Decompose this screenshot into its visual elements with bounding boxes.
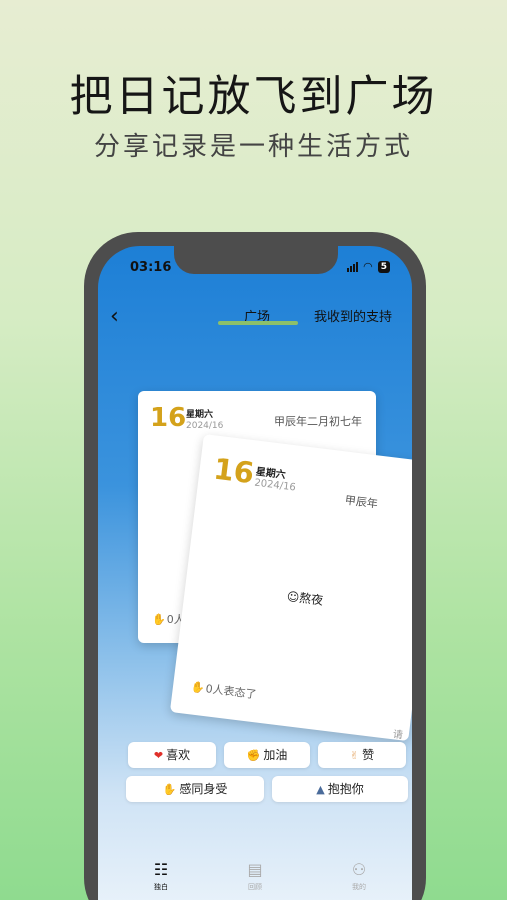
react-label: 赞 xyxy=(362,748,375,762)
heart-icon: ❤ xyxy=(153,749,164,762)
react-thumbs-button[interactable]: ✌ 赞 xyxy=(318,742,406,768)
card-reaction-text: 0人表态了 xyxy=(204,682,258,702)
nav-label: 我的 xyxy=(352,883,366,891)
react-empathy-button[interactable]: ✋ 感同身受 xyxy=(126,776,264,802)
react-label: 感同身受 xyxy=(179,782,228,796)
card-mood: ☺熬夜 xyxy=(286,587,324,608)
nav-label: 独白 xyxy=(154,883,168,891)
card-reaction-count: ✋0人表态了 xyxy=(190,678,257,702)
react-label: 喜欢 xyxy=(166,748,191,762)
card-lunar-date: 甲辰年二月初七年 xyxy=(274,415,362,428)
card-day: 16 xyxy=(211,451,257,491)
diary-card-front[interactable]: 16 星期六 2024/16 甲辰年 ☺熬夜 ✋0人表态了 请 xyxy=(169,434,412,742)
clap-icon: ✋ xyxy=(152,613,166,626)
wifi-icon: ◠ xyxy=(363,260,373,273)
card-lunar-date: 甲辰年 xyxy=(344,493,379,511)
signal-icon xyxy=(347,261,359,272)
scroll-icon: ☷ xyxy=(153,860,169,879)
nav-mine[interactable]: ⚇ 我的 xyxy=(334,860,384,892)
card-day: 16 xyxy=(150,403,187,433)
back-arrow-icon[interactable]: ‹ xyxy=(110,304,119,329)
book-icon: ▤ xyxy=(247,860,263,879)
card-date: 2024/16 xyxy=(253,477,297,494)
promo-headline: 把日记放飞到广场 xyxy=(69,72,438,122)
clap-icon: ✋ xyxy=(190,680,206,695)
bottom-nav: ☷ 独白 ▤ 回顾 ⚇ 我的 xyxy=(98,860,412,900)
react-like-button[interactable]: ❤ 喜欢 xyxy=(128,742,216,768)
phone-frame: 03:16 ◠ 5 ‹ 广场 我收到的支持 16 星期六 2024/16 甲辰年… xyxy=(84,232,426,900)
nav-label: 回顾 xyxy=(248,883,262,891)
handshake-icon: ✋ xyxy=(162,783,177,796)
phone-notch xyxy=(174,246,338,274)
card-corner-text: 请 xyxy=(392,729,404,742)
thumbs-up-icon: ✌ xyxy=(349,749,360,762)
app-screen: 03:16 ◠ 5 ‹ 广场 我收到的支持 16 星期六 2024/16 甲辰年… xyxy=(98,246,412,900)
nav-monologue[interactable]: ☷ 独白 xyxy=(136,860,186,892)
status-time: 03:16 xyxy=(130,260,172,275)
tab-received-support[interactable]: 我收到的支持 xyxy=(314,306,392,325)
hug-icon: ▲ xyxy=(316,783,325,796)
battery-icon: 5 xyxy=(377,260,390,273)
card-date: 2024/16 xyxy=(186,421,224,431)
react-label: 加油 xyxy=(263,748,288,762)
status-icons: ◠ 5 xyxy=(347,260,390,273)
card-mood-text: 熬夜 xyxy=(298,590,324,608)
nav-review[interactable]: ▤ 回顾 xyxy=(230,860,280,892)
react-cheer-button[interactable]: ✊ 加油 xyxy=(224,742,310,768)
react-label: 抱抱你 xyxy=(327,782,364,796)
promo-subline: 分享记录是一种生活方式 xyxy=(93,132,413,162)
flexed-arm-icon: ✊ xyxy=(246,749,261,762)
tab-active-indicator xyxy=(218,321,298,325)
person-icon: ⚇ xyxy=(351,860,367,879)
react-hug-button[interactable]: ▲ 抱抱你 xyxy=(272,776,408,802)
card-weekday: 星期六 xyxy=(186,410,214,420)
